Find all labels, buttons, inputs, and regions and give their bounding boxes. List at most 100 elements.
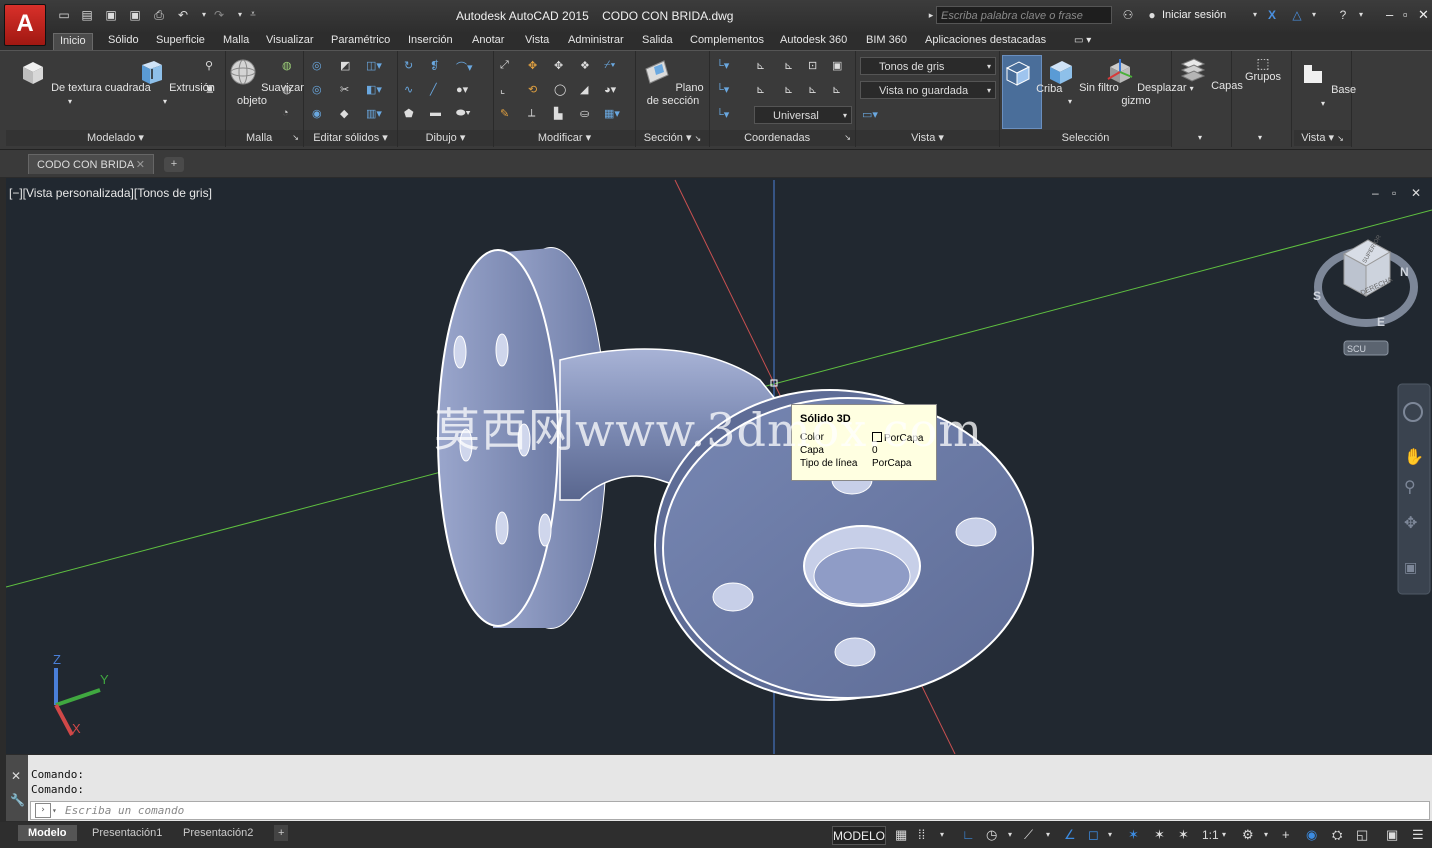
scale-dropdown-icon[interactable]: ▾ [1222, 827, 1226, 843]
ucs-icon[interactable]: └▾ [716, 59, 729, 72]
erase-icon[interactable]: ◕▾ [604, 83, 616, 96]
loft-icon[interactable]: ❡ [430, 59, 439, 72]
signin-dropdown-icon[interactable]: ▾ [1248, 9, 1262, 21]
move-gizmo-button[interactable]: Desplazar ▾ gizmo [1104, 57, 1194, 108]
tab-solido[interactable]: Sólido [108, 33, 139, 49]
tab-anotar[interactable]: Anotar [472, 33, 504, 49]
groups-expand-icon[interactable]: ▾ [1258, 133, 1262, 142]
new-tab-button[interactable]: + [164, 157, 184, 172]
autodesk-360-icon[interactable]: △ [1290, 9, 1304, 21]
hardware-acceleration-icon[interactable]: ⛭ [1332, 827, 1342, 843]
3d-move-icon[interactable]: ✥ [528, 59, 537, 72]
move-icon[interactable]: ✥ [554, 59, 563, 72]
a360-dropdown-icon[interactable]: ▾ [1307, 9, 1321, 21]
document-tab-close-icon[interactable]: ✕ [136, 155, 145, 175]
object-tracking-icon[interactable]: ∠ [1064, 827, 1076, 843]
annotation-visibility-icon[interactable]: ✶ [1128, 827, 1139, 843]
ucs-previous-icon[interactable]: ⊾ [756, 83, 765, 96]
panel-label-seleccion[interactable]: Selección [1000, 130, 1171, 146]
tab-superficie[interactable]: Superficie [156, 33, 205, 49]
panel-label-coordenadas[interactable]: Coordenadas ↘ [710, 130, 855, 146]
ortho-icon[interactable]: ∟ [962, 827, 975, 843]
snap-icon[interactable]: ⁞⁞ [918, 827, 925, 843]
tab-salida[interactable]: Salida [642, 33, 673, 49]
intersect-icon[interactable]: ◉ [312, 107, 322, 120]
panel-label-editar-solidos[interactable]: Editar sólidos ▾ [304, 130, 397, 146]
offset-icon[interactable]: ◢ [580, 83, 588, 96]
polar-dropdown-icon[interactable]: ▾ [1008, 827, 1012, 843]
named-view-dropdown[interactable]: Vista no guardada ▾ [860, 81, 996, 99]
undo-icon[interactable]: ↶ [176, 9, 190, 21]
layers-expand-icon[interactable]: ▾ [1198, 133, 1202, 142]
tab-complementos[interactable]: Complementos [690, 33, 764, 49]
tab-administrar[interactable]: Administrar [568, 33, 624, 49]
command-prompt-icon[interactable]: › [35, 803, 51, 818]
panel-label-modificar[interactable]: Modificar ▾ [494, 130, 635, 146]
open-file-icon[interactable]: ▤ [80, 9, 94, 21]
customization-menu-icon[interactable]: ☰ [1412, 827, 1424, 843]
extrude-faces-icon[interactable]: ◫▾ [366, 59, 382, 72]
tab-insercion[interactable]: Inserción [408, 33, 453, 49]
rectangle-icon[interactable]: ▬ [430, 107, 441, 119]
isolate-objects-icon[interactable]: ◉ [1306, 827, 1317, 843]
command-window-handle[interactable]: ✕ 🔧 [6, 755, 28, 821]
document-tab[interactable]: CODO CON BRIDA ✕ [28, 154, 154, 174]
flanged-elbow-solid[interactable] [437, 247, 1034, 701]
layout-tab-presentacion1[interactable]: Presentación1 [92, 825, 162, 841]
line-icon[interactable]: ╱ [430, 83, 437, 96]
showmotion-icon[interactable]: ▣ [1404, 560, 1417, 576]
save-as-icon[interactable]: ▣ [128, 9, 142, 21]
visual-style-dropdown[interactable]: Tonos de gris ▾ [860, 57, 996, 75]
viewcube[interactable] [1314, 239, 1418, 327]
annotation-monitor-icon[interactable]: + [1282, 827, 1290, 843]
auto-scale-icon[interactable]: ✶ [1154, 827, 1165, 843]
rotate-icon[interactable]: ◯ [554, 83, 566, 96]
new-file-icon[interactable]: ▭ [57, 9, 71, 21]
copy-icon[interactable]: ❖ [580, 59, 590, 72]
no-filter-button[interactable]: Sin filtro ▾ [1046, 57, 1119, 108]
scale-icon[interactable]: ⤢ [500, 59, 509, 72]
pan-icon[interactable]: ✋ [1404, 447, 1424, 466]
object-snap-icon[interactable]: ◻ [1088, 827, 1099, 843]
polyline-icon[interactable]: ∿ [404, 83, 413, 96]
help-icon[interactable]: ? [1336, 9, 1350, 21]
annotation-scale-icon[interactable]: ✶ [1178, 827, 1189, 843]
layers-button[interactable]: Capas [1178, 55, 1243, 93]
extract-edges-icon[interactable]: ◩ [340, 59, 350, 72]
tab-autodesk-360[interactable]: Autodesk 360 [780, 33, 847, 49]
tab-inicio[interactable]: Inicio [53, 33, 93, 50]
polar-icon[interactable]: ◷ [986, 827, 997, 843]
compass-e-label[interactable]: E [1377, 315, 1385, 329]
compass-s-label[interactable]: S [1313, 289, 1321, 303]
viewport-controls-label[interactable]: [−][Vista personalizada][Tonos de gris] [9, 186, 212, 200]
base-view-button[interactable]: Base ▾ [1298, 59, 1356, 110]
panel-label-base-vista[interactable]: Vista ▾ ↘ [1294, 130, 1351, 146]
pencil-icon[interactable]: ✎ [500, 107, 509, 120]
signin-link[interactable]: Iniciar sesión [1162, 9, 1226, 21]
print-icon[interactable]: ⎙ [152, 9, 166, 21]
panel-label-modelado[interactable]: Modelado ▾ [6, 130, 225, 146]
add-layout-icon[interactable]: + [274, 825, 289, 841]
save-icon[interactable]: ▣ [104, 9, 118, 21]
3d-rotate-icon[interactable]: ⟲ [528, 83, 537, 96]
ucs-origin-icon[interactable]: ⊾ [756, 59, 765, 72]
arc-icon[interactable]: ⌒▾ [456, 59, 473, 75]
quick-access-customize-icon[interactable]: ⩡ [246, 9, 260, 21]
stretch-icon[interactable]: ⛀ [580, 107, 589, 120]
culling-button[interactable]: Criba [1002, 55, 1062, 129]
ellipse-icon[interactable]: ⬬▾ [456, 107, 471, 120]
command-recent-dropdown-icon[interactable]: ▾ [52, 802, 57, 819]
search-input[interactable]: Escriba palabra clave o frase [936, 6, 1112, 24]
ucs-x-icon[interactable]: ⊾ [784, 83, 793, 96]
viewport-config-icon[interactable]: ▭▾ [862, 108, 878, 121]
align-icon[interactable]: ▙ [554, 107, 562, 120]
ucs-dropdown[interactable]: Universal ▾ [754, 106, 852, 124]
minimize-icon[interactable]: – [1386, 8, 1393, 21]
layout-tab-presentacion2[interactable]: Presentación2 [183, 825, 253, 841]
viewport-restore-icon[interactable]: ▫ [1392, 186, 1396, 200]
isodraft-icon[interactable]: ⟋ [1024, 827, 1033, 843]
union-icon[interactable]: ◎ [312, 59, 322, 72]
help-dropdown-icon[interactable]: ▾ [1354, 9, 1368, 21]
zoom-icon[interactable]: ⚲ [1404, 477, 1416, 496]
osnap-dropdown-icon[interactable]: ▾ [1108, 827, 1112, 843]
